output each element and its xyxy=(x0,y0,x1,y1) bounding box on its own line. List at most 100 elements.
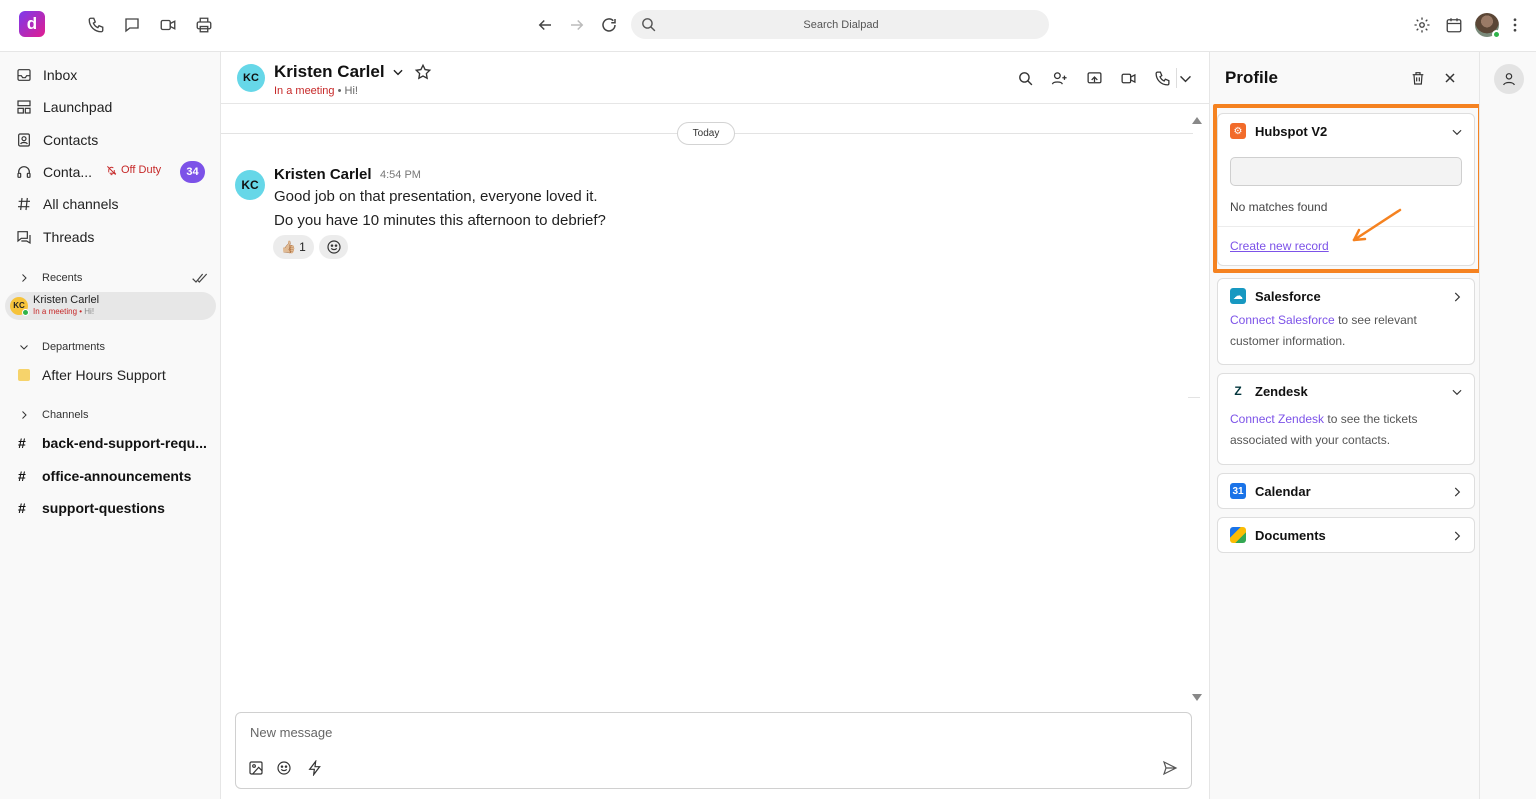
emoji-icon[interactable] xyxy=(274,758,294,778)
user-avatar[interactable] xyxy=(1475,13,1501,39)
reaction-thumbs-up[interactable]: 👍🏼 1 xyxy=(273,235,314,259)
connect-zendesk-link[interactable]: Connect Zendesk xyxy=(1230,412,1324,426)
hash-icon: # xyxy=(18,435,26,451)
chevron-down-icon[interactable] xyxy=(1450,385,1464,399)
channel-item[interactable]: # back-end-support-requ... xyxy=(18,433,207,453)
hash-icon: # xyxy=(18,500,26,516)
lightning-icon[interactable] xyxy=(305,758,325,778)
avatar: KC xyxy=(10,297,29,316)
calendar-icon[interactable] xyxy=(1443,14,1465,36)
off-duty-status[interactable]: Off Duty xyxy=(106,164,161,176)
card-description: Connect Zendesk to see the tickets assoc… xyxy=(1230,412,1418,447)
salesforce-card: ☁ Salesforce Connect Salesforce to see r… xyxy=(1217,278,1475,365)
sidebar-item-contact-center[interactable]: Conta... xyxy=(16,160,92,184)
share-screen-icon[interactable] xyxy=(1084,68,1104,88)
call-options-chevron-icon[interactable] xyxy=(1175,68,1195,88)
connect-salesforce-link[interactable]: Connect Salesforce xyxy=(1230,313,1335,327)
mark-all-read-icon[interactable] xyxy=(192,271,208,285)
hash-icon: # xyxy=(18,468,26,484)
dialpad-logo[interactable]: d xyxy=(19,11,45,37)
sidebar-item-all-channels[interactable]: All channels xyxy=(16,192,119,216)
message-timestamp: 4:54 PM xyxy=(380,169,421,181)
person-icon xyxy=(1503,73,1515,86)
forward-icon[interactable] xyxy=(566,14,588,36)
add-reaction-button[interactable] xyxy=(319,235,348,259)
contacts-icon xyxy=(18,133,30,147)
department-after-hours-support[interactable]: After Hours Support xyxy=(18,367,166,383)
sidebar: Inbox Launchpad Contacts Conta... Off Du… xyxy=(0,52,221,799)
send-icon[interactable] xyxy=(1160,758,1180,778)
zendesk-card: Z Zendesk Connect Zendesk to see the tic… xyxy=(1217,373,1475,465)
chat-icon[interactable] xyxy=(121,14,143,36)
threads-icon xyxy=(17,231,31,245)
search-input[interactable] xyxy=(661,10,1021,39)
sidebar-item-label: Threads xyxy=(43,229,95,245)
recents-section-toggle[interactable]: Recents xyxy=(18,270,82,286)
refresh-icon[interactable] xyxy=(598,14,620,36)
top-bar: d xyxy=(0,0,1536,52)
card-header[interactable]: 31 Calendar xyxy=(1230,483,1311,499)
search-icon xyxy=(642,18,656,32)
close-icon[interactable] xyxy=(1440,68,1460,88)
star-icon[interactable] xyxy=(414,63,432,81)
profile-toggle-button[interactable] xyxy=(1494,64,1524,94)
search-icon[interactable] xyxy=(1015,68,1035,88)
call-icon[interactable] xyxy=(1152,68,1172,88)
zendesk-logo-icon: Z xyxy=(1230,383,1246,399)
contact-name[interactable]: Kristen Carlel xyxy=(274,62,432,82)
message-author[interactable]: Kristen Carlel xyxy=(274,166,372,183)
google-calendar-logo-icon: 31 xyxy=(1230,483,1246,499)
channels-section-toggle[interactable]: Channels xyxy=(18,407,88,423)
card-header[interactable]: Documents xyxy=(1230,527,1326,543)
chevron-down-icon[interactable] xyxy=(391,65,405,79)
sidebar-item-threads[interactable]: Threads xyxy=(16,225,94,249)
card-header[interactable]: Z Zendesk xyxy=(1230,383,1308,399)
add-person-icon[interactable] xyxy=(1049,68,1069,88)
documents-card[interactable]: Documents xyxy=(1217,517,1475,553)
video-call-icon[interactable] xyxy=(1118,68,1138,88)
contact-status: In a meeting • Hi! xyxy=(274,85,358,97)
chevron-right-icon[interactable] xyxy=(1450,290,1464,304)
channel-item[interactable]: # support-questions xyxy=(18,498,165,518)
online-status-dot xyxy=(22,309,29,316)
image-icon[interactable] xyxy=(246,758,266,778)
right-rail xyxy=(1479,52,1536,799)
chevron-right-icon xyxy=(22,411,27,419)
highlight-box xyxy=(1213,104,1482,273)
sidebar-item-inbox[interactable]: Inbox xyxy=(16,63,77,87)
phone-icon[interactable] xyxy=(85,14,107,36)
avatar[interactable]: KC xyxy=(235,170,265,200)
scroll-down-arrow-icon[interactable] xyxy=(1192,694,1202,702)
sidebar-item-contacts[interactable]: Contacts xyxy=(16,128,98,152)
scroll-up-arrow-icon[interactable] xyxy=(1192,116,1202,124)
google-drive-logo-icon xyxy=(1230,527,1246,543)
conversation-header: KC Kristen Carlel In a meeting • Hi! xyxy=(221,52,1209,104)
video-icon[interactable] xyxy=(157,14,179,36)
recent-item-kristen-carlel[interactable]: KC Kristen Carlel In a meeting • Hi! xyxy=(5,292,216,320)
sidebar-item-label: Launchpad xyxy=(43,99,113,115)
channel-item[interactable]: # office-announcements xyxy=(18,466,191,486)
chevron-right-icon[interactable] xyxy=(1450,529,1464,543)
departments-section-toggle[interactable]: Departments xyxy=(18,339,105,355)
annotation-arrow-icon xyxy=(1352,208,1402,242)
reaction-count: 1 xyxy=(299,240,306,254)
chevron-right-icon[interactable] xyxy=(1450,485,1464,499)
profile-panel: Profile ⚙ Hubspot V2 No matches found Cr… xyxy=(1209,52,1482,799)
avatar[interactable]: KC xyxy=(237,64,265,92)
print-icon[interactable] xyxy=(193,14,215,36)
search-bar[interactable] xyxy=(631,10,1049,39)
contact-center-count-badge: 34 xyxy=(180,161,205,183)
calendar-card[interactable]: 31 Calendar xyxy=(1217,473,1475,509)
salesforce-logo-icon: ☁ xyxy=(1230,288,1246,304)
more-icon[interactable] xyxy=(1504,14,1526,36)
settings-icon[interactable] xyxy=(1411,14,1433,36)
inbox-icon xyxy=(17,69,31,81)
day-label: Today xyxy=(677,122,735,145)
trash-icon[interactable] xyxy=(1408,68,1428,88)
message-input[interactable] xyxy=(250,725,1130,747)
back-icon[interactable] xyxy=(534,14,556,36)
card-header[interactable]: ☁ Salesforce xyxy=(1230,288,1321,304)
bell-off-icon xyxy=(107,165,117,175)
sidebar-item-launchpad[interactable]: Launchpad xyxy=(16,95,112,119)
sidebar-item-label: Contacts xyxy=(43,132,99,148)
